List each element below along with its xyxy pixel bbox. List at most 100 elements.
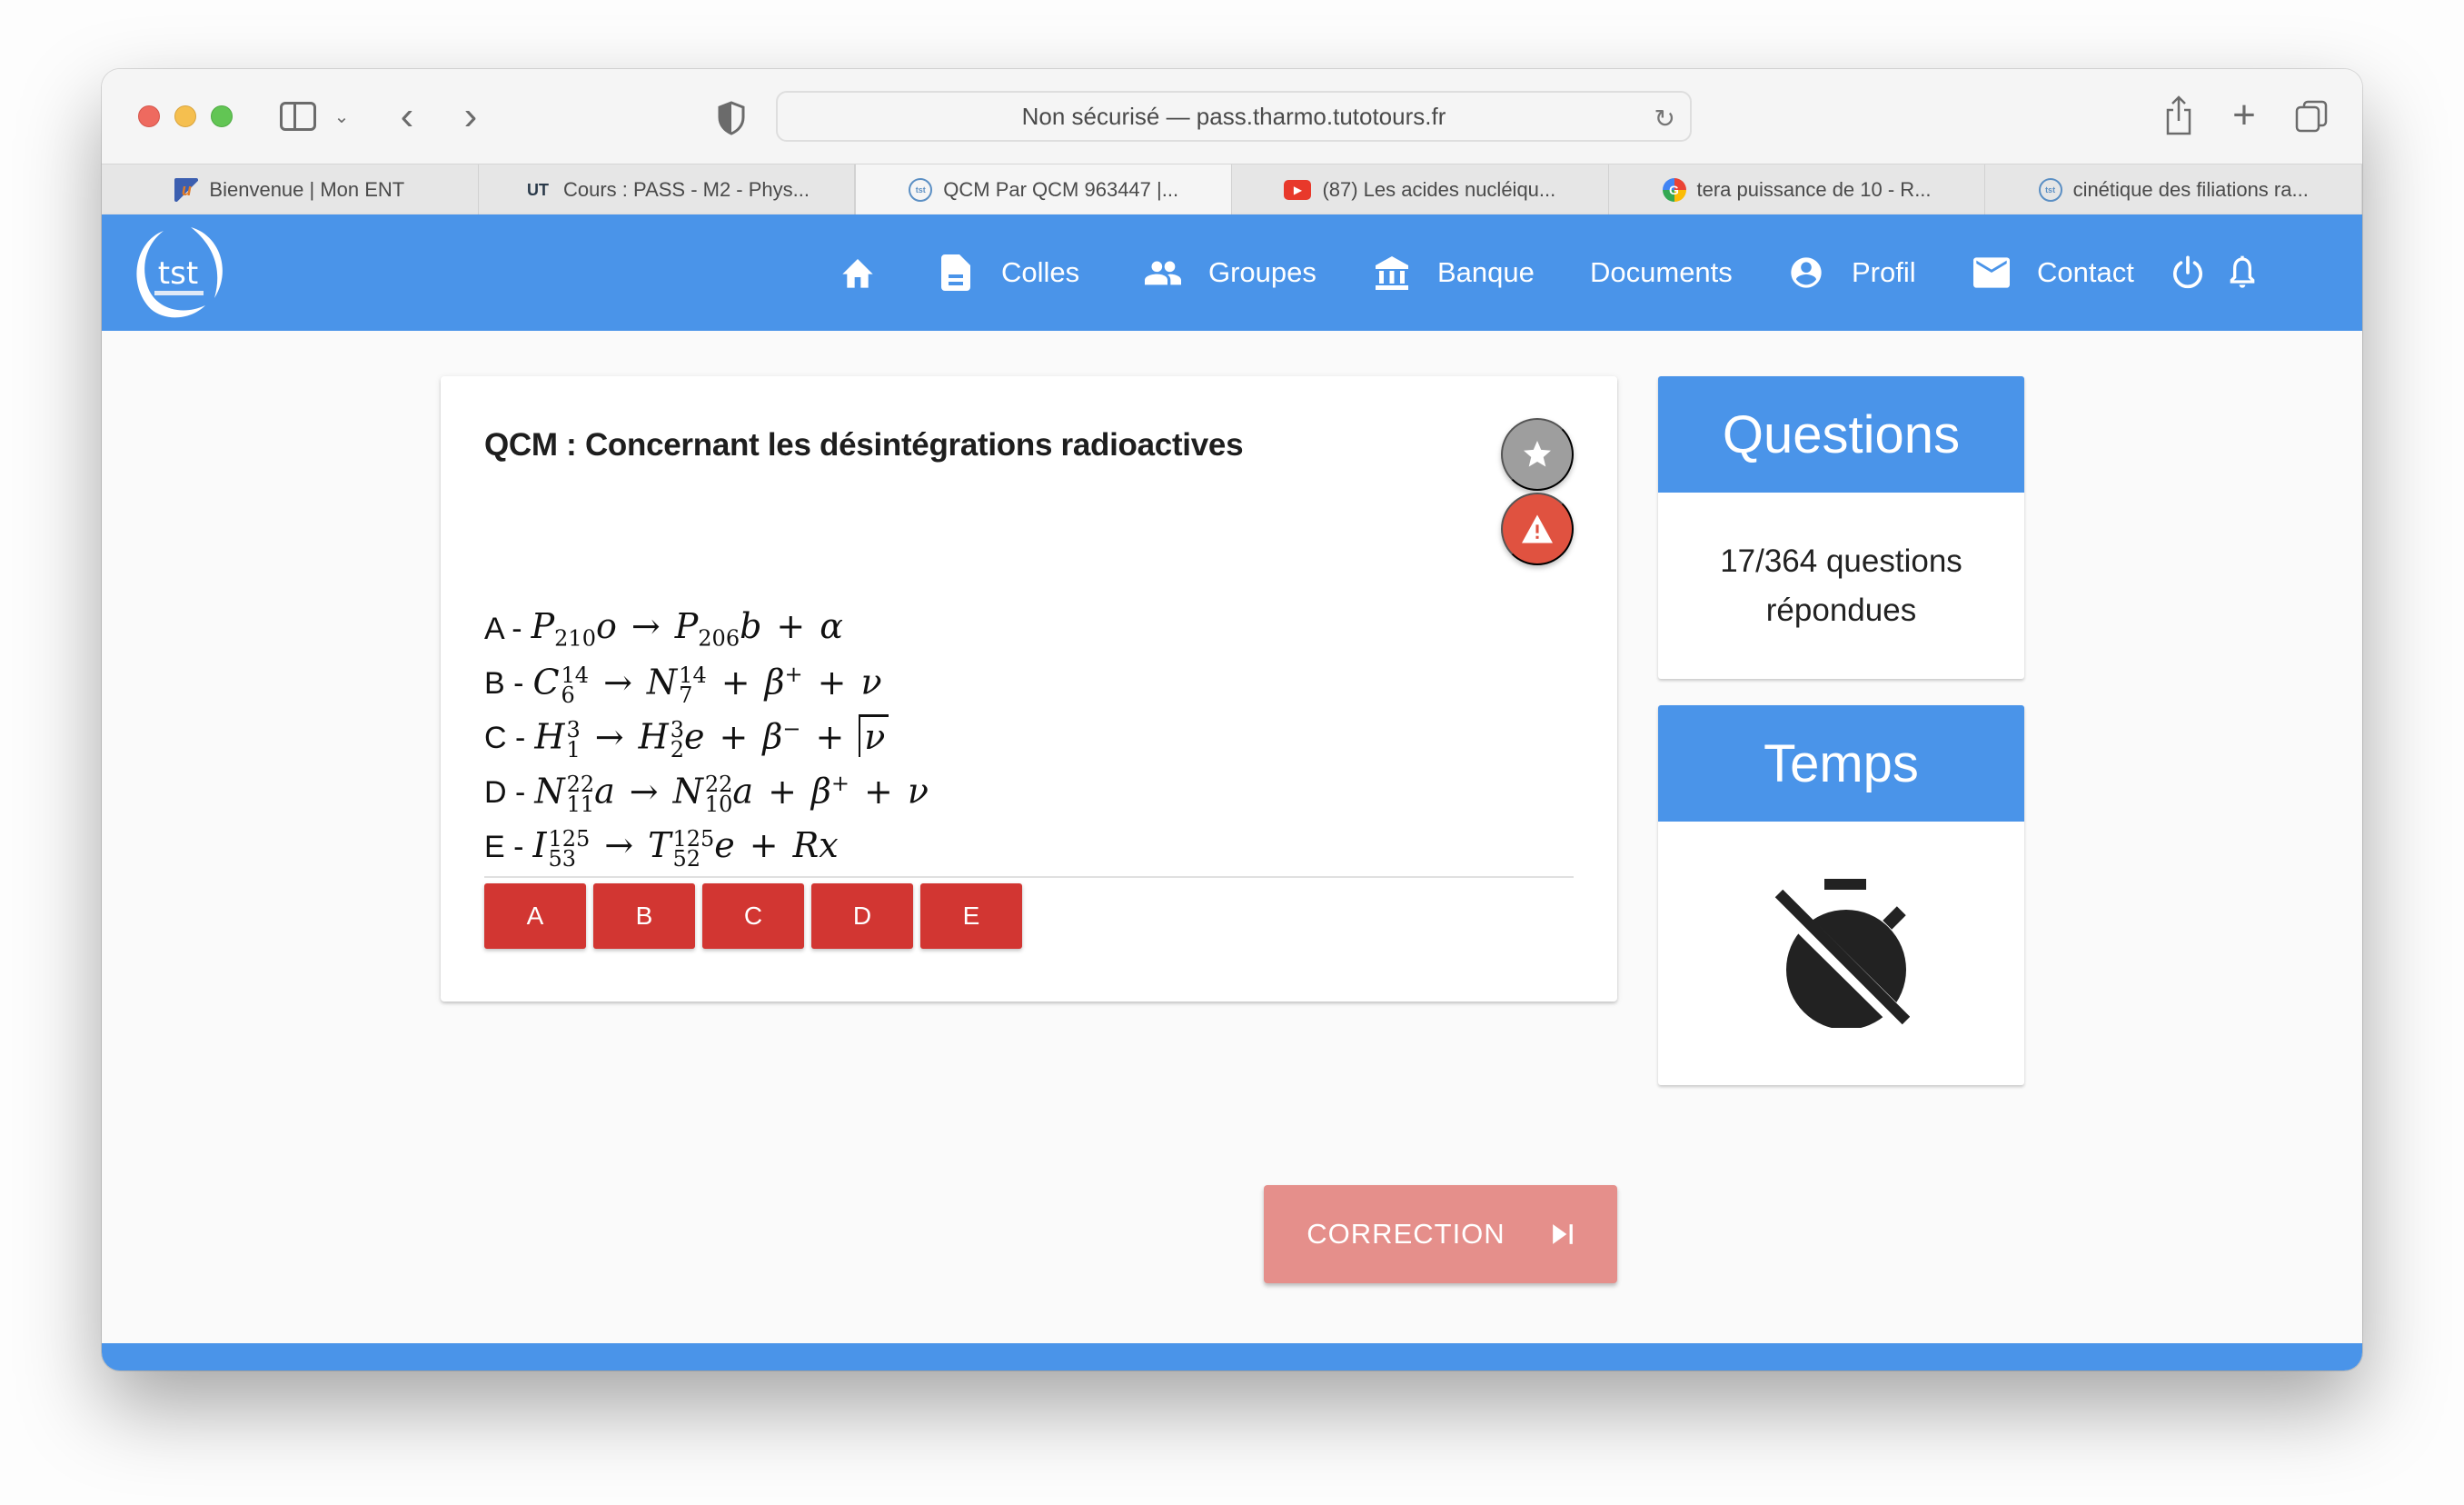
share-icon[interactable]	[2161, 93, 2197, 138]
bank-icon	[1374, 254, 1410, 291]
divider	[484, 876, 1574, 878]
answer-button-e[interactable]: E	[920, 883, 1022, 949]
star-icon	[1524, 441, 1551, 467]
questions-panel: Questions 17/364 questions répondues	[1658, 376, 2024, 679]
proposition-formula: N 22 11 a → N 22 10 a + β+ + ν	[534, 770, 929, 818]
correction-label: CORRECTION	[1307, 1218, 1505, 1250]
answer-button-c[interactable]: C	[702, 883, 804, 949]
power-icon	[2170, 254, 2206, 291]
proposition-letter: A -	[484, 611, 522, 646]
skip-next-icon	[1552, 1224, 1573, 1244]
proposition-b: B - C 14 6 → N 14 7 + β+ + ν	[484, 656, 929, 711]
footer-bar	[102, 1343, 2362, 1370]
document-icon	[938, 254, 974, 291]
mail-icon	[1973, 254, 2010, 291]
browser-tab[interactable]: UT Cours : PASS - M2 - Phys...	[479, 164, 856, 215]
google-icon: G	[1662, 178, 1686, 202]
privacy-shield-icon[interactable]	[716, 100, 747, 136]
forward-icon[interactable]: ›	[452, 94, 489, 138]
questions-progress: 17/364 questions répondues	[1720, 543, 1962, 628]
nav-groupes[interactable]: Groupes	[1145, 247, 1316, 298]
minimize-window-button[interactable]	[174, 105, 196, 127]
browser-tab[interactable]: ▶ (87) Les acides nucléiqu...	[1232, 164, 1609, 215]
question-title: QCM : Concernant les désintégrations rad…	[484, 427, 1244, 463]
svg-text:tst: tst	[158, 255, 198, 292]
page-content: QCM : Concernant les désintégrations rad…	[102, 331, 2362, 1343]
nav-label: Groupes	[1208, 256, 1316, 288]
home-icon	[840, 254, 876, 291]
proposition-d: D - N 22 11 a → N 22 10 a + β+ + ν	[484, 765, 929, 820]
proposition-a: A - P210o → P206b + α	[484, 602, 929, 656]
tst-logo[interactable]: tst	[127, 222, 229, 324]
tab-label: QCM Par QCM 963447 |...	[943, 178, 1179, 201]
proposition-e: E - I 125 53 → T 125 52 e + Rx	[484, 820, 929, 874]
proposition-formula: H 3 1 → H 3 2 e + β− + ν	[534, 713, 889, 761]
tab-label: (87) Les acides nucléiqu...	[1322, 178, 1556, 201]
proposition-letter: D -	[484, 774, 526, 810]
nav-colles[interactable]: Colles	[938, 247, 1079, 298]
time-panel-title: Temps	[1658, 705, 2024, 822]
nav-label: Profil	[1852, 256, 1916, 288]
favorite-button[interactable]	[1501, 418, 1574, 491]
nav-logout[interactable]	[2170, 247, 2206, 298]
ent-u-icon: u	[174, 178, 199, 202]
question-card: QCM : Concernant les désintégrations rad…	[441, 376, 1617, 1002]
browser-tab-active[interactable]: tst QCM Par QCM 963447 |...	[855, 164, 1233, 215]
back-icon[interactable]: ‹	[389, 94, 425, 138]
browser-tab[interactable]: tst cinétique des filiations ra...	[1985, 164, 2362, 215]
groups-icon	[1145, 254, 1181, 291]
answer-buttons: A B C D E	[484, 883, 1022, 949]
address-bar[interactable]: Non sécurisé — pass.tharmo.tutotours.fr …	[776, 91, 1692, 142]
questions-panel-title: Questions	[1658, 376, 2024, 493]
sidebar-toggle-icon[interactable]	[280, 102, 316, 131]
browser-tab[interactable]: G tera puissance de 10 - R...	[1609, 164, 1986, 215]
nav-banque[interactable]: Banque	[1374, 247, 1535, 298]
account-circle-icon	[1788, 254, 1824, 291]
nav-notifications[interactable]	[2224, 247, 2260, 298]
tab-overview-icon[interactable]	[2293, 96, 2330, 136]
timer-off-icon	[1773, 879, 1910, 1028]
proposition-formula: I 125 53 → T 125 52 e + Rx	[532, 825, 839, 872]
new-tab-icon[interactable]: +	[2226, 93, 2262, 138]
proposition-formula: P210o → P206b + α	[531, 606, 843, 652]
proposition-formula: C 14 6 → N 14 7 + β+ + ν	[532, 661, 882, 709]
report-error-button[interactable]	[1501, 493, 1574, 565]
proposition-c: C - H 3 1 → H 3 2 e + β− + ν	[484, 711, 929, 765]
browser-toolbar: ⌄ ‹ › Non sécurisé — pass.tharmo.tutotou…	[102, 69, 2362, 164]
nav-profil[interactable]: Profil	[1788, 247, 1916, 298]
nav-home[interactable]	[840, 247, 876, 298]
tst-icon: tst	[2038, 178, 2062, 202]
ut-icon: UT	[527, 180, 549, 199]
nav-label: Contact	[2037, 256, 2134, 288]
reload-icon[interactable]: ↻	[1654, 104, 1675, 134]
nav-contact[interactable]: Contact	[1973, 247, 2134, 298]
zoom-window-button[interactable]	[211, 105, 233, 127]
answer-button-a[interactable]: A	[484, 883, 586, 949]
nav-label: Colles	[1001, 256, 1080, 288]
youtube-icon: ▶	[1284, 180, 1312, 200]
tab-label: cinétique des filiations ra...	[2072, 178, 2309, 201]
answer-button-d[interactable]: D	[811, 883, 913, 949]
time-panel: Temps	[1658, 705, 2024, 1085]
chevron-down-icon[interactable]: ⌄	[331, 102, 353, 131]
browser-tab[interactable]: u Bienvenue | Mon ENT	[102, 164, 479, 215]
proposition-letter: B -	[484, 665, 524, 701]
propositions-list: A - P210o → P206b + α B - C 14 6 → N 14 7 + β+ + ν C -…	[484, 602, 929, 874]
bell-icon	[2224, 254, 2260, 291]
close-window-button[interactable]	[138, 105, 160, 127]
tab-label: Bienvenue | Mon ENT	[209, 178, 405, 201]
tab-label: Cours : PASS - M2 - Phys...	[563, 178, 810, 201]
site-navbar: tst Colles Groupes Banque Documents Prof…	[102, 214, 2362, 331]
proposition-letter: C -	[484, 720, 526, 755]
address-text: Non sécurisé — pass.tharmo.tutotours.fr	[1021, 102, 1446, 130]
browser-window: ⌄ ‹ › Non sécurisé — pass.tharmo.tutotou…	[102, 69, 2362, 1370]
tab-bar: u Bienvenue | Mon ENT UT Cours : PASS - …	[102, 164, 2362, 215]
nav-documents[interactable]: Documents	[1590, 247, 1733, 298]
nav-label: Documents	[1590, 256, 1733, 288]
answer-button-b[interactable]: B	[593, 883, 695, 949]
proposition-letter: E -	[484, 829, 524, 864]
tst-icon: tst	[909, 178, 933, 202]
correction-button[interactable]: CORRECTION	[1264, 1185, 1617, 1283]
warning-icon	[1522, 514, 1553, 543]
nav-label: Banque	[1437, 256, 1535, 288]
